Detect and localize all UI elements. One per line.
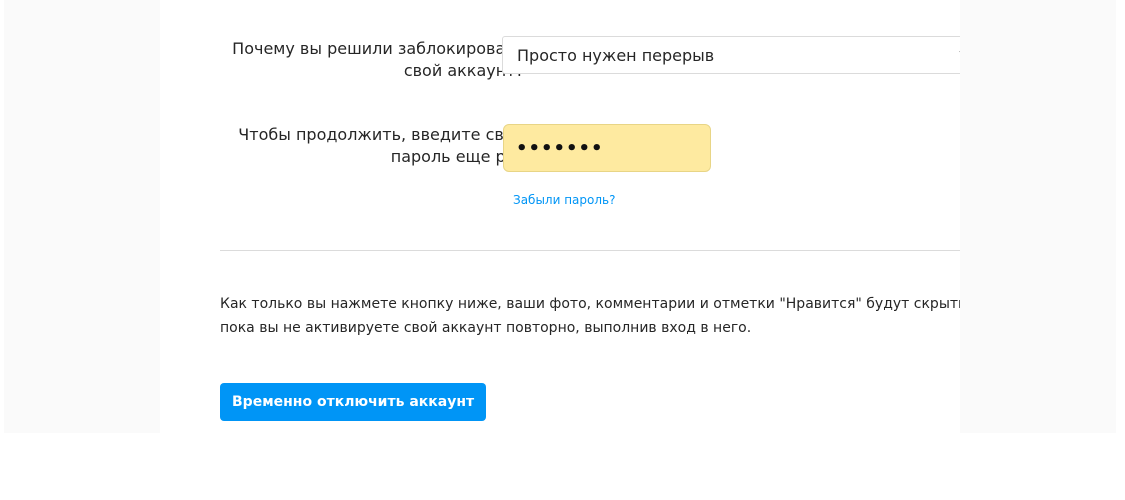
chevron-down-icon [959,51,960,56]
reason-select[interactable]: Просто нужен перерыв [502,36,960,74]
password-label: Чтобы продолжить, введите свой пароль ещ… [238,125,524,166]
deactivation-notice: Как только вы нажмете кнопку ниже, ваши … [220,296,960,336]
reason-select-value: Просто нужен перерыв [517,45,715,65]
temporarily-disable-account-button[interactable]: Временно отключить аккаунт [220,383,487,421]
divider [220,250,960,251]
password-input[interactable]: ••••••• [503,124,711,172]
deactivate-account-card: Почему вы решили заблокировать свой акка… [160,0,960,433]
reason-label: Почему вы решили заблокировать свой акка… [232,39,524,80]
forgot-password-link[interactable]: Забыли пароль? [513,193,615,207]
password-masked-value: ••••••• [516,137,604,159]
